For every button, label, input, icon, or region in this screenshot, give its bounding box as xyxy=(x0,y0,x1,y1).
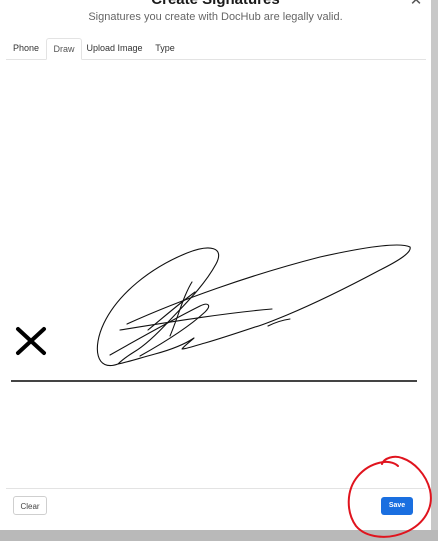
clear-button[interactable]: Clear xyxy=(13,496,47,515)
drawn-signature xyxy=(96,244,411,367)
backdrop-right xyxy=(431,0,438,530)
create-signature-dialog: Create Signatures Signatures you create … xyxy=(0,0,431,530)
footer-divider xyxy=(6,488,426,489)
save-button[interactable]: Save xyxy=(381,497,413,515)
backdrop-bottom xyxy=(0,530,438,541)
signature-line xyxy=(11,380,417,382)
